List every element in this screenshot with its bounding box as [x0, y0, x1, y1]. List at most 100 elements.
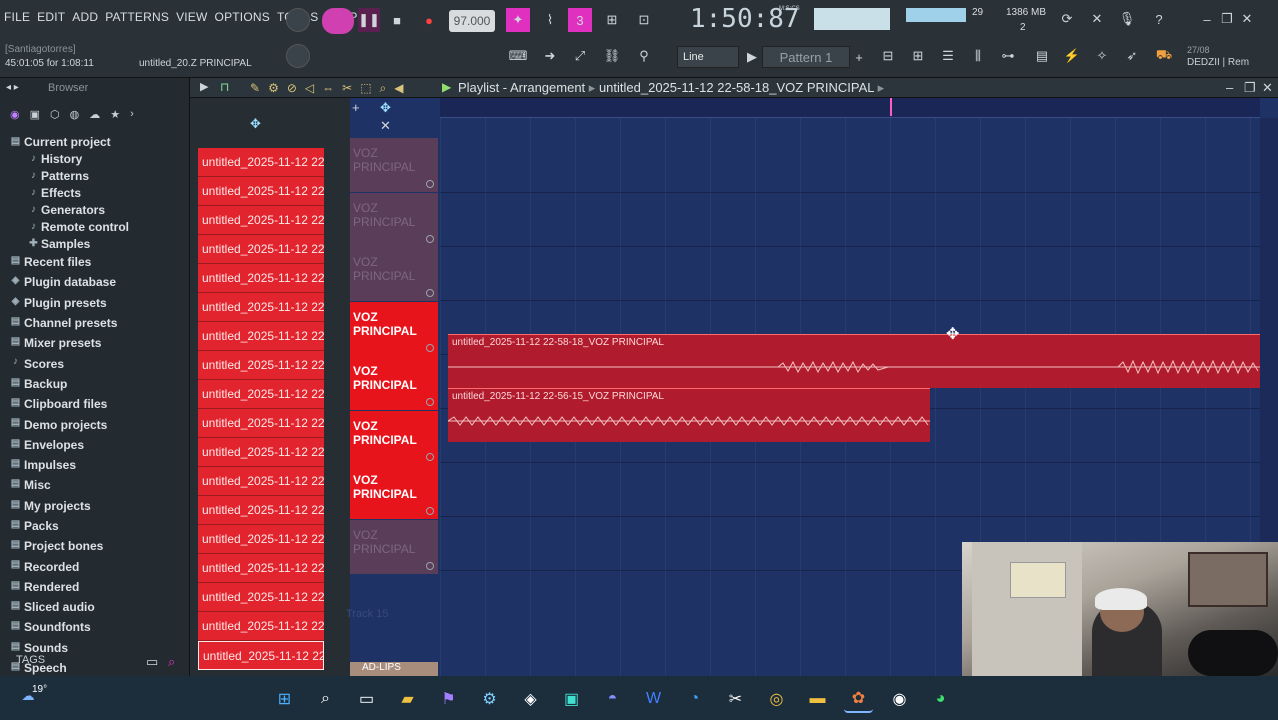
add-pattern-icon[interactable]: + — [852, 46, 866, 68]
browser-all-icon[interactable]: ◉ — [10, 108, 20, 121]
browser-toggle-icon[interactable]: ▤ — [1030, 44, 1054, 68]
browser-more-icon[interactable]: › — [130, 108, 134, 121]
pattern-list-item[interactable]: untitled_2025-11-12 22- — [198, 438, 324, 467]
browser-item[interactable]: ♪ Scores — [4, 353, 190, 373]
pattern-list-item[interactable]: untitled_2025-11-12 22- — [198, 525, 324, 554]
browser-item[interactable]: ✚ Samples — [4, 235, 190, 252]
close-icon[interactable]: ✕ — [1238, 10, 1256, 28]
pattern-list-item[interactable]: untitled_2025-11-12 22- — [198, 177, 324, 206]
browser-item[interactable]: ▤ Soundfonts — [4, 617, 190, 637]
track-header[interactable]: VOZ PRINCIPAL — [350, 356, 438, 410]
browser-item[interactable]: ▤ Misc — [4, 475, 190, 495]
playlist-menu-arrow-icon[interactable]: ▶ — [200, 80, 208, 93]
browser-search-icon[interactable]: ⌕ — [168, 654, 175, 670]
audio-clip-2[interactable]: untitled_2025-11-12 22-56-15_VOZ PRINCIP… — [448, 388, 930, 442]
track-header[interactable]: VOZ PRINCIPAL — [350, 192, 438, 247]
pattern-arrow-icon[interactable]: ▶ — [744, 46, 760, 68]
pattern-song-toggle-icon[interactable] — [322, 8, 354, 34]
menu-file[interactable]: FILE — [4, 10, 30, 24]
browser-item[interactable]: ▤ Impulses — [4, 455, 190, 475]
browser-item[interactable]: ▤ Recent files — [4, 252, 190, 272]
browser-item[interactable]: ▤ Demo projects — [4, 414, 190, 434]
discord-icon[interactable]: ◓ — [598, 684, 627, 713]
pattern-list-item[interactable]: untitled_2025-11-12 22- — [198, 235, 324, 264]
timeline-ruler[interactable] — [440, 98, 1260, 118]
zoom-tool-icon[interactable]: ⌕ — [380, 81, 387, 96]
track-mute-indicator[interactable] — [426, 234, 434, 243]
adlips-track-label[interactable]: AD-LIPS — [350, 662, 438, 676]
track-mute-indicator[interactable] — [426, 180, 434, 188]
browser-item[interactable]: ▤ Sliced audio — [4, 597, 190, 617]
browser-audio-icon[interactable]: ◍ — [70, 108, 80, 121]
browser-item[interactable]: ▤ Current project — [4, 133, 190, 150]
track-mute-indicator[interactable] — [426, 561, 434, 570]
browser-item[interactable]: ◈ Plugin presets — [4, 293, 190, 313]
track-mute-indicator[interactable] — [426, 289, 434, 297]
stop-icon[interactable]: ■ — [386, 8, 408, 32]
track-mute-indicator[interactable] — [426, 398, 434, 406]
track-header[interactable]: VOZ PRINCIPAL — [350, 301, 438, 356]
browser-item[interactable]: ♪ Generators — [4, 201, 190, 218]
obs-icon[interactable]: ◉ — [885, 684, 914, 713]
magnet-snap-icon[interactable]: ⊓ — [220, 80, 229, 94]
explorer-icon[interactable]: ▬ — [803, 684, 832, 713]
edge-icon[interactable]: ◔ — [680, 684, 709, 713]
playhead-marker[interactable] — [890, 98, 892, 116]
browser-item[interactable]: ▤ Mixer presets — [4, 333, 190, 353]
playback-tool-icon[interactable]: ◀ — [394, 81, 403, 96]
select-tool-icon[interactable]: ⬚ — [360, 81, 371, 96]
record-icon[interactable]: ● — [418, 8, 440, 32]
pause-icon[interactable]: ❚❚ — [358, 8, 380, 32]
piano-roll-icon[interactable]: ⊞ — [906, 44, 930, 68]
browser-item[interactable]: ♪ History — [4, 150, 190, 167]
pencil-tool-icon[interactable]: ✎ — [250, 81, 260, 96]
pattern-list-item[interactable]: untitled_2025-11-12 22- — [198, 380, 324, 409]
playlist-minimize-icon[interactable]: – — [1226, 80, 1233, 95]
stamp-icon[interactable]: ⚲ — [632, 44, 656, 68]
track-mute-indicator[interactable] — [426, 507, 434, 515]
browser-item[interactable]: ◈ Plugin database — [4, 272, 190, 292]
refresh-icon[interactable]: ⟳ — [1056, 8, 1078, 30]
steam-icon[interactable]: ⚙ — [475, 684, 504, 713]
minimize-icon[interactable]: – — [1198, 10, 1216, 28]
channel-rack-icon[interactable]: ☰ — [936, 44, 960, 68]
browser-item[interactable]: ▤ My projects — [4, 496, 190, 516]
slide-icon[interactable]: ⤢ — [568, 44, 592, 68]
menu-add[interactable]: ADD — [72, 10, 98, 24]
start-icon[interactable]: ⊞ — [270, 684, 299, 713]
playlist-maximize-icon[interactable]: ❐ — [1244, 80, 1256, 96]
menu-options[interactable]: OPTIONS — [215, 10, 270, 24]
mute-tool-icon[interactable]: ◁ — [305, 81, 314, 96]
microphone-icon[interactable]: 🎙 — [1116, 8, 1138, 30]
arrow-right-icon[interactable]: ➜ — [538, 44, 562, 68]
help-icon[interactable]: ? — [1148, 8, 1170, 30]
paint-tool-icon[interactable]: ⚙ — [268, 81, 279, 96]
pattern-list-item[interactable]: untitled_2025-11-12 22- — [198, 322, 324, 351]
pattern-picker-add-icon[interactable]: ✥ — [250, 116, 261, 132]
track-header[interactable]: VOZ PRINCIPAL — [350, 519, 438, 574]
menu-patterns[interactable]: PATTERNS — [105, 10, 169, 24]
playlist-play-icon[interactable]: ▶ — [442, 80, 451, 94]
tools-icon[interactable]: ✕ — [1086, 8, 1108, 30]
step-edit-icon[interactable]: ⊞ — [600, 8, 624, 32]
pattern-list-item[interactable]: untitled_2025-11-12 22- — [198, 583, 324, 612]
link-icon[interactable]: ⛓ — [600, 44, 624, 68]
weather-temperature[interactable]: 19° — [32, 684, 47, 695]
word-icon[interactable]: W — [639, 684, 668, 713]
browser-item[interactable]: ♪ Patterns — [4, 167, 190, 184]
plugin-picker-icon[interactable]: ⚡ — [1060, 44, 1084, 68]
master-volume-knob-icon[interactable] — [286, 8, 310, 32]
pattern-list-item[interactable]: untitled_2025-11-12 22- — [198, 612, 324, 641]
master-pitch-knob-icon[interactable] — [286, 44, 310, 68]
track-header[interactable]: VOZ PRINCIPAL — [350, 465, 438, 519]
playlist-close-icon[interactable]: ✕ — [1262, 80, 1273, 96]
pattern-list-item[interactable]: untitled_2025-11-12 22- — [198, 351, 324, 380]
track-mute-indicator[interactable] — [426, 343, 434, 352]
blend-notes-icon[interactable]: ⊡ — [632, 8, 656, 32]
metronome-icon[interactable]: ✦ — [506, 8, 530, 32]
mixer-icon[interactable]: ⫼ — [966, 44, 990, 68]
browser-item[interactable]: ▤ Backup — [4, 374, 190, 394]
chrome-icon[interactable]: ◎ — [762, 684, 791, 713]
pattern-list-item[interactable]: untitled_2025-11-12 22- — [198, 409, 324, 438]
terminal-icon[interactable]: ▣ — [557, 684, 586, 713]
